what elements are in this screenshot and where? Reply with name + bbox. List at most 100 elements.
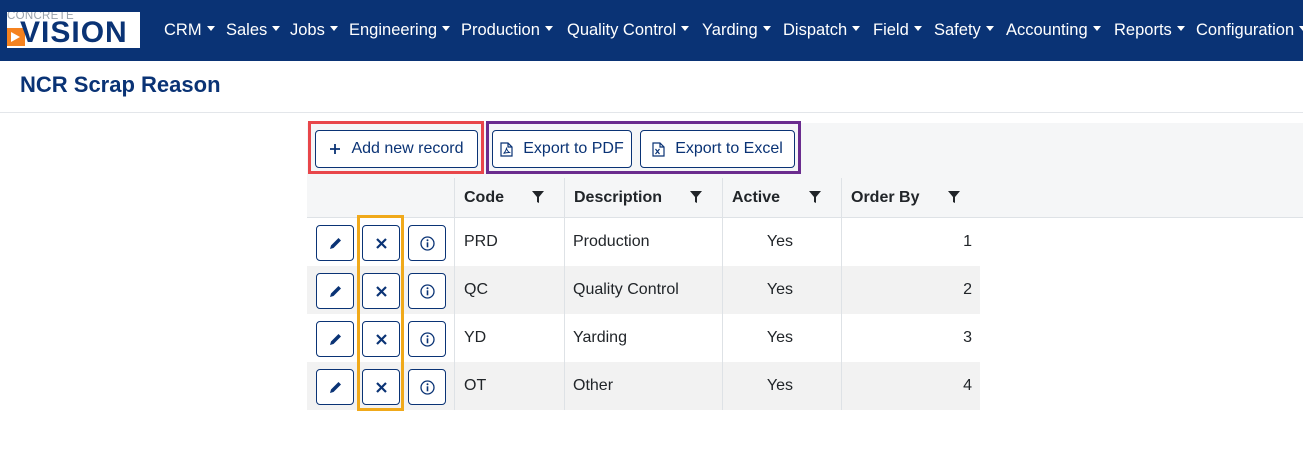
cell-active: Yes xyxy=(766,281,793,298)
filter-icon[interactable] xyxy=(532,191,544,204)
table-row: YD Yarding Yes 3 xyxy=(307,314,980,362)
cell-code: QC xyxy=(464,281,488,298)
cell-order-by: 4 xyxy=(963,377,972,394)
caret-down-icon xyxy=(206,26,215,32)
cell-code: OT xyxy=(464,377,487,394)
pencil-icon xyxy=(329,333,341,345)
nav-engineering[interactable]: Engineering xyxy=(349,0,451,61)
export-buttons-highlight-box xyxy=(486,121,801,174)
nav-accounting[interactable]: Accounting xyxy=(1006,0,1101,61)
caret-down-icon xyxy=(1176,26,1185,32)
column-header-active[interactable]: Active xyxy=(722,178,841,218)
column-divider xyxy=(454,266,455,314)
cell-description: Yarding xyxy=(573,329,627,346)
caret-down-icon xyxy=(681,26,690,32)
column-divider xyxy=(564,314,565,362)
filter-icon[interactable] xyxy=(809,191,821,204)
table-row: QC Quality Control Yes 2 xyxy=(307,266,980,314)
info-icon xyxy=(419,331,435,347)
column-header-description[interactable]: Description xyxy=(564,178,722,218)
cell-order-by: 2 xyxy=(963,281,972,298)
cell-description: Quality Control xyxy=(573,281,679,298)
column-header-label: Active xyxy=(732,189,781,206)
info-icon xyxy=(419,235,435,251)
header-divider xyxy=(0,112,1303,113)
caret-down-icon xyxy=(985,26,994,32)
column-header-order-by[interactable]: Order By xyxy=(841,178,1303,218)
cell-description: Other xyxy=(573,377,614,394)
column-header-label: Description xyxy=(574,189,663,206)
column-header-label: Code xyxy=(464,189,504,206)
pencil-icon xyxy=(329,237,341,249)
nav-jobs[interactable]: Jobs xyxy=(290,0,338,61)
column-header-code[interactable]: Code xyxy=(454,178,564,218)
add-record-highlight-box xyxy=(308,121,484,174)
page-title: NCR Scrap Reason xyxy=(20,72,221,97)
column-divider xyxy=(564,266,565,314)
nav-label: Production xyxy=(461,21,540,39)
caret-down-icon xyxy=(1299,26,1303,32)
top-navbar: CONCRETE VISION CRM Sales Jobs Engineeri… xyxy=(0,0,1303,61)
caret-down-icon xyxy=(762,26,771,32)
nav-safety[interactable]: Safety xyxy=(934,0,994,61)
cell-active: Yes xyxy=(766,329,793,346)
nav-dispatch[interactable]: Dispatch xyxy=(783,0,861,61)
caret-down-icon xyxy=(272,26,281,32)
column-divider xyxy=(564,218,565,266)
column-divider xyxy=(454,218,455,266)
details-button[interactable] xyxy=(408,225,446,261)
nav-label: Quality Control xyxy=(567,21,677,39)
caret-down-icon xyxy=(544,26,553,32)
nav-label: Yarding xyxy=(702,21,758,39)
nav-label: Accounting xyxy=(1006,21,1088,39)
edit-button[interactable] xyxy=(316,225,354,261)
pencil-icon xyxy=(329,285,341,297)
nav-configuration[interactable]: Configuration xyxy=(1196,0,1303,61)
concrete-vision-logo[interactable]: CONCRETE VISION xyxy=(7,12,140,48)
nav-reports[interactable]: Reports xyxy=(1114,0,1185,61)
pencil-icon xyxy=(329,381,341,393)
delete-column-highlight-box xyxy=(357,215,404,411)
cell-active: Yes xyxy=(766,233,793,250)
nav-label: Field xyxy=(873,21,909,39)
column-divider xyxy=(454,314,455,362)
column-divider xyxy=(564,362,565,410)
nav-label: Safety xyxy=(934,21,981,39)
edit-button[interactable] xyxy=(316,321,354,357)
nav-label: Jobs xyxy=(290,21,325,39)
nav-label: Engineering xyxy=(349,21,438,39)
nav-label: Configuration xyxy=(1196,21,1295,39)
details-button[interactable] xyxy=(408,321,446,357)
caret-down-icon xyxy=(1092,26,1101,32)
logo-main-text: VISION xyxy=(20,16,128,48)
nav-yarding[interactable]: Yarding xyxy=(702,0,771,61)
nav-sales[interactable]: Sales xyxy=(226,0,281,61)
cell-order-by: 1 xyxy=(963,233,972,250)
caret-down-icon xyxy=(442,26,451,32)
nav-label: Dispatch xyxy=(783,21,848,39)
details-button[interactable] xyxy=(408,369,446,405)
filter-icon[interactable] xyxy=(948,191,960,204)
nav-label: Sales xyxy=(226,21,268,39)
nav-production[interactable]: Production xyxy=(461,0,553,61)
nav-field[interactable]: Field xyxy=(873,0,922,61)
cell-description: Production xyxy=(573,233,650,250)
details-button[interactable] xyxy=(408,273,446,309)
filter-icon[interactable] xyxy=(690,191,702,204)
table-row: PRD Production Yes 1 xyxy=(307,218,980,266)
caret-down-icon xyxy=(913,26,922,32)
cell-code: PRD xyxy=(464,233,498,250)
info-icon xyxy=(419,379,435,395)
caret-down-icon xyxy=(329,26,338,32)
edit-button[interactable] xyxy=(316,273,354,309)
nav-crm[interactable]: CRM xyxy=(164,0,215,61)
nav-label: CRM xyxy=(164,21,202,39)
cell-order-by: 3 xyxy=(963,329,972,346)
edit-button[interactable] xyxy=(316,369,354,405)
grid-header-row: Code Description Active Order By xyxy=(307,178,1303,218)
nav-quality-control[interactable]: Quality Control xyxy=(567,0,690,61)
column-header-label: Order By xyxy=(851,189,920,206)
cell-code: YD xyxy=(464,329,487,346)
cell-active: Yes xyxy=(766,377,793,394)
column-divider xyxy=(454,362,455,410)
